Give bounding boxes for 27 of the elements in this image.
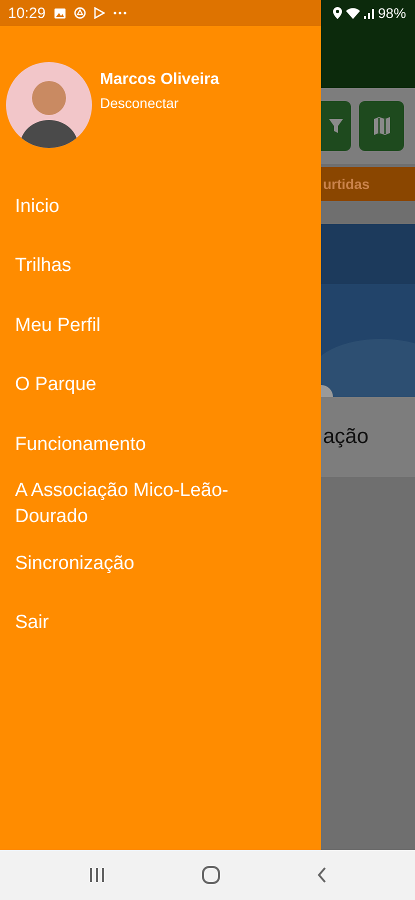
filter-icon (329, 119, 343, 133)
menu-item[interactable]: Sincronização (0, 534, 321, 594)
menu-item[interactable]: Funcionamento (0, 415, 321, 474)
battery-level: 98% (378, 5, 406, 21)
home-icon[interactable] (202, 866, 220, 884)
location-icon (333, 7, 342, 19)
menu-item[interactable]: Trilhas (0, 236, 321, 296)
map-button[interactable] (359, 101, 404, 151)
recent-apps-icon[interactable] (88, 868, 104, 882)
menu-item[interactable]: A Associação Mico-Leão-Dourado (0, 474, 321, 534)
play-store-icon (94, 7, 105, 19)
sign-out-link[interactable]: Desconectar (100, 94, 220, 110)
card-title: ação (323, 425, 369, 449)
filter-button[interactable] (321, 101, 351, 151)
menu-item[interactable]: Inicio (0, 177, 321, 236)
menu-item[interactable]: O Parque (0, 356, 321, 415)
gallery-icon (54, 8, 66, 18)
signal-icon (364, 8, 374, 18)
more-icon (112, 11, 127, 15)
user-name: Marcos Oliveira (100, 70, 220, 88)
map-icon (374, 117, 390, 135)
wifi-icon (346, 8, 360, 18)
back-icon[interactable] (316, 867, 326, 883)
tab-label[interactable]: urtidas (323, 176, 370, 192)
menu-item[interactable]: Sair (0, 594, 321, 653)
status-time: 10:29 (8, 4, 46, 22)
menu-item[interactable]: Meu Perfil (0, 296, 321, 356)
